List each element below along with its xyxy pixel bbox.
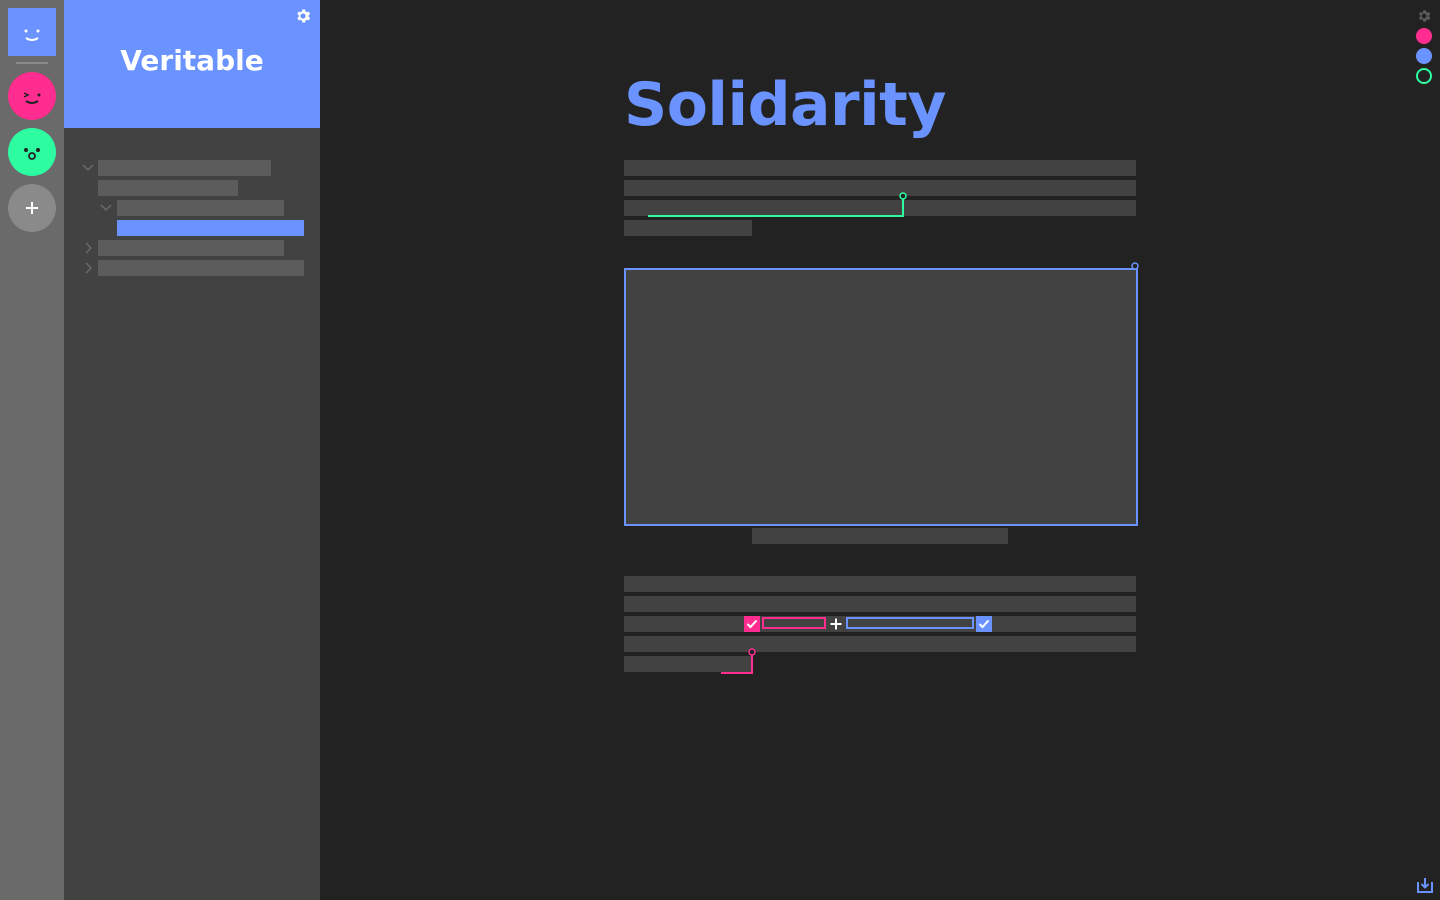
sidebar-title: Veritable (120, 44, 264, 77)
document-title[interactable]: Solidarity (624, 70, 946, 140)
text-line-placeholder[interactable] (624, 160, 1136, 176)
suggested-deletion-pink[interactable] (762, 617, 826, 629)
collaborator-dot-blue[interactable] (1416, 48, 1432, 64)
text-line-placeholder[interactable] (624, 596, 1136, 612)
chevron-down-icon (100, 204, 112, 212)
plus-icon (26, 202, 38, 214)
gear-icon (297, 9, 311, 23)
sidebar-header: Veritable (64, 0, 320, 128)
smiley-icon (24, 29, 40, 41)
text-line-placeholder[interactable] (624, 576, 1136, 592)
tree-expand-toggle[interactable] (98, 200, 114, 216)
text-line-placeholder[interactable] (624, 220, 752, 236)
rail-divider (16, 62, 48, 64)
tree-item[interactable] (98, 160, 271, 176)
chevron-right-icon (85, 242, 93, 254)
tree-expand-toggle[interactable] (80, 160, 96, 176)
text-line-placeholder[interactable] (624, 180, 1136, 196)
text-line-placeholder[interactable] (624, 200, 1136, 216)
tree-collapse-toggle[interactable] (80, 240, 96, 256)
collaborator-dot-green[interactable] (1416, 68, 1432, 84)
tree-item[interactable] (98, 240, 284, 256)
accept-suggestion-button-blue[interactable] (976, 616, 992, 632)
sidebar: Veritable (64, 0, 320, 900)
check-icon (978, 619, 990, 629)
user-avatar-pink[interactable] (8, 72, 56, 120)
smiley-icon (23, 92, 41, 104)
plus-icon (830, 618, 842, 630)
selected-media-block[interactable] (624, 268, 1138, 526)
download-button[interactable] (1416, 876, 1434, 898)
media-caption-placeholder[interactable] (752, 528, 1008, 544)
download-icon (1417, 878, 1433, 893)
tree-item[interactable] (98, 180, 238, 196)
user-avatar-green[interactable] (8, 128, 56, 176)
text-line-placeholder[interactable] (624, 636, 1136, 652)
tree-item[interactable] (98, 260, 304, 276)
accept-suggestion-button-pink[interactable] (744, 616, 760, 632)
add-workspace-button[interactable] (8, 184, 56, 232)
sidebar-settings-button[interactable] (294, 7, 312, 29)
collaborator-dot-pink[interactable] (1416, 28, 1432, 44)
tree-item-selected[interactable] (117, 220, 304, 236)
text-line-placeholder[interactable] (624, 656, 752, 672)
insert-suggestion-marker[interactable] (828, 616, 844, 632)
chevron-down-icon (82, 164, 94, 172)
suggested-insertion-blue[interactable] (846, 617, 974, 629)
gear-icon (1418, 10, 1431, 22)
settings-button[interactable] (1416, 8, 1432, 28)
workspace-avatar-blue[interactable] (8, 8, 56, 56)
chevron-right-icon (85, 262, 93, 274)
tree-collapse-toggle[interactable] (80, 260, 96, 276)
workspace-rail (0, 0, 64, 900)
surprised-face-icon (24, 148, 40, 160)
tree-item[interactable] (117, 200, 284, 216)
check-icon (746, 619, 758, 629)
